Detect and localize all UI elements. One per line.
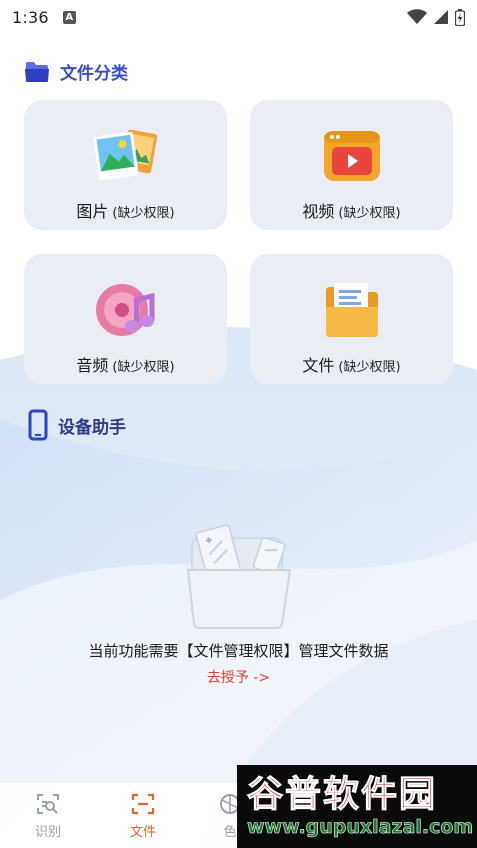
wifi-icon — [407, 9, 427, 24]
battery-icon — [455, 8, 465, 26]
category-name: 图片 — [76, 202, 109, 221]
grant-permission-link[interactable]: 去授予 -> — [207, 667, 270, 687]
tab-label: 色 — [223, 825, 237, 840]
section-title-file-categories: 文件分类 — [60, 64, 128, 84]
watermark-url: www.gupuxlazal.com — [247, 815, 474, 838]
scan-icon — [37, 794, 59, 814]
video-icon — [323, 131, 380, 181]
tab-label: 识别 — [34, 825, 61, 840]
phone-icon — [28, 409, 48, 441]
status-bar: 1:36 A — [0, 0, 477, 34]
category-card-images[interactable]: 图片 (缺少权限) — [24, 100, 227, 230]
category-card-audio[interactable]: 音频 (缺少权限) — [24, 254, 227, 384]
section-title-device-assistant: 设备助手 — [58, 417, 126, 438]
category-name: 音频 — [76, 356, 109, 375]
file-categories-header: 文件分类 — [24, 59, 128, 84]
tab-label: 文件 — [129, 825, 156, 840]
audio-icon — [95, 284, 154, 336]
device-assistant-header: 设备助手 — [28, 409, 126, 441]
permission-message: 当前功能需要【文件管理权限】管理文件数据 — [88, 642, 389, 660]
tab-files[interactable]: 文件 — [113, 793, 173, 840]
permission-empty-state: 当前功能需要【文件管理权限】管理文件数据 去授予 -> — [0, 520, 477, 687]
category-status: (缺少权限) — [338, 206, 401, 221]
file-scan-icon — [131, 793, 155, 815]
category-status: (缺少权限) — [338, 360, 401, 375]
status-time: 1:36 — [12, 7, 49, 27]
folder-icon — [25, 61, 49, 82]
image-icon — [93, 129, 157, 181]
notification-icon: A — [62, 10, 76, 24]
category-name: 视频 — [302, 202, 335, 221]
watermark-logo: 谷普软件园 www.gupuxlazal.com — [237, 765, 477, 848]
category-status: (缺少权限) — [112, 360, 175, 375]
empty-folder-icon — [186, 524, 291, 629]
tab-recognize[interactable]: 识别 — [18, 793, 78, 840]
watermark-title: 谷普软件园 — [247, 773, 438, 815]
category-status: (缺少权限) — [112, 206, 175, 221]
category-card-documents[interactable]: 文件 (缺少权限) — [250, 254, 453, 384]
signal-icon — [434, 10, 448, 24]
category-name: 文件 — [302, 356, 335, 375]
category-card-videos[interactable]: 视频 (缺少权限) — [250, 100, 453, 230]
status-icons — [407, 8, 465, 26]
document-folder-icon — [325, 283, 378, 337]
